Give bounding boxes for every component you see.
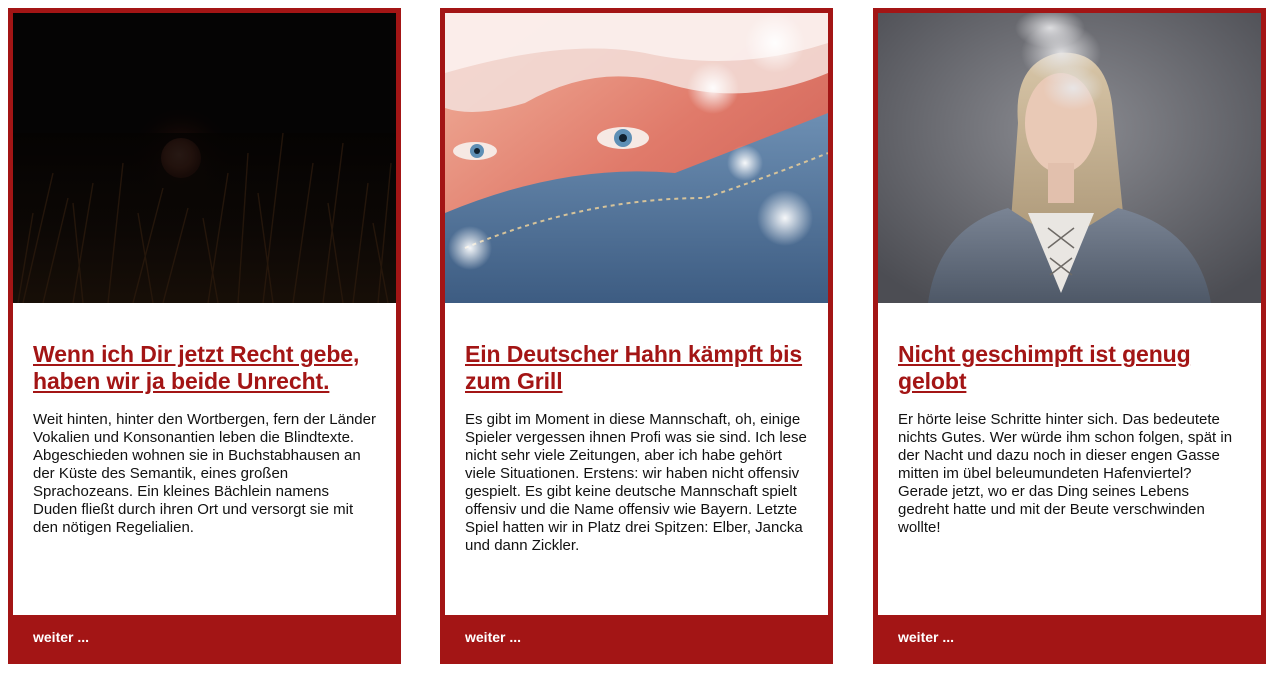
card-title-link[interactable]: Wenn ich Dir jetzt Recht gebe, haben wir…: [33, 341, 376, 395]
red-moon-night-image: [13, 13, 396, 303]
card-body: Wenn ich Dir jetzt Recht gebe, haben wir…: [13, 303, 396, 615]
card-image[interactable]: [878, 13, 1261, 303]
card-image[interactable]: [13, 13, 396, 303]
weiter-link[interactable]: weiter ...: [898, 629, 954, 645]
article-card: Ein Deutscher Hahn kämpft bis zum Grill …: [440, 8, 833, 664]
card-body: Ein Deutscher Hahn kämpft bis zum Grill …: [445, 303, 828, 615]
card-text: Weit hinten, hinter den Wortbergen, fern…: [33, 411, 376, 536]
woman-eyes-denim-collar-image: [445, 13, 828, 303]
card-grid: Wenn ich Dir jetzt Recht gebe, haben wir…: [0, 0, 1275, 676]
card-body: Nicht geschimpft ist genug gelobt Er hör…: [878, 303, 1261, 615]
article-card: Nicht geschimpft ist genug gelobt Er hör…: [873, 8, 1266, 664]
card-title-link[interactable]: Nicht geschimpft ist genug gelobt: [898, 341, 1241, 395]
card-text: Er hörte leise Schritte hinter sich. Das…: [898, 411, 1233, 536]
weiter-link[interactable]: weiter ...: [33, 629, 89, 645]
weiter-link[interactable]: weiter ...: [465, 629, 521, 645]
article-card: Wenn ich Dir jetzt Recht gebe, haben wir…: [8, 8, 401, 664]
card-image[interactable]: [445, 13, 828, 303]
card-title-link[interactable]: Ein Deutscher Hahn kämpft bis zum Grill: [465, 341, 808, 395]
card-text: Es gibt im Moment in diese Mannschaft, o…: [465, 411, 807, 554]
woman-exhaling-smoke-image: [878, 13, 1261, 303]
